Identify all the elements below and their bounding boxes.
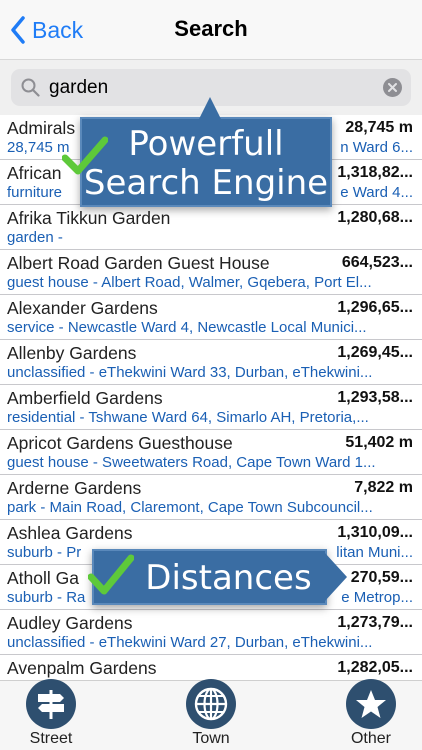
list-item[interactable]: Allenby Gardens 1,269,45... unclassified… [0,340,422,385]
banner-text-line1: Powerfull [128,124,284,164]
signpost-icon [26,679,76,729]
item-detail-right: e Metrop... [341,589,413,606]
list-item[interactable]: Alexander Gardens 1,296,65... service - … [0,295,422,340]
globe-icon [186,679,236,729]
search-icon [21,78,40,97]
checkmark-icon [62,136,108,175]
checkmark-icon [88,554,134,595]
item-distance: 1,273,79... [337,614,413,631]
search-input-value: garden [49,77,109,98]
item-distance: 28,745 m [345,119,413,136]
tab-label: Town [192,730,230,747]
item-detail: park - Main Road, Claremont, Cape Town S… [7,499,373,516]
item-name: Alexander Gardens [7,298,158,318]
list-item[interactable]: Amberfield Gardens 1,293,58... residenti… [0,385,422,430]
item-distance: 1,310,09... [337,524,413,541]
item-distance: 270,59... [350,569,413,586]
item-detail: unclassified - eThekwini Ward 33, Durban… [7,364,373,381]
item-detail: garden - [7,229,63,246]
tab-street[interactable]: Street [1,679,101,750]
banner-text: Distances [145,558,312,598]
tab-label: Other [350,730,391,747]
list-item[interactable]: Afrika Tikkun Garden 1,280,68... garden … [0,205,422,250]
item-name: Arderne Gardens [7,478,142,498]
item-detail-right: litan Muni... [336,544,413,561]
item-distance: 664,523... [341,254,413,271]
star-icon [346,679,396,729]
item-name: Amberfield Gardens [7,388,163,408]
item-distance: 1,282,05... [337,659,413,676]
item-distance: 1,280,68... [337,209,413,226]
item-distance: 7,822 m [354,479,413,496]
promo-banner-search: Powerfull Search Engine [80,97,332,207]
list-item[interactable]: Arderne Gardens 7,822 m park - Main Road… [0,475,422,520]
list-item[interactable]: Apricot Gardens Guesthouse 51,402 m gues… [0,430,422,475]
banner-text-line2: Search Engine [83,163,329,203]
item-detail: guest house - Albert Road, Walmer, Gqebe… [7,274,372,291]
item-distance: 51,402 m [345,434,413,451]
item-name: Audley Gardens [7,613,133,633]
tab-other[interactable]: Other [321,679,421,750]
item-name: Albert Road Garden Guest House [7,253,270,273]
item-distance: 1,296,65... [337,299,413,316]
item-name: Avenpalm Gardens [7,658,157,678]
item-detail: service - Newcastle Ward 4, Newcastle Lo… [7,319,367,336]
banner-pointer [199,97,221,119]
item-name: Afrika Tikkun Garden [7,208,171,228]
list-item[interactable]: Audley Gardens 1,273,79... unclassified … [0,610,422,655]
tab-bar: Street Town Other [0,679,422,750]
list-item[interactable]: Avenpalm Gardens 1,282,05... [0,655,422,680]
item-detail-right: n Ward 6... [340,139,413,156]
item-name: Ashlea Gardens [7,523,133,543]
item-detail: guest house - Sweetwaters Road, Cape Tow… [7,454,376,471]
close-icon [388,83,397,92]
tab-town[interactable]: Town [161,679,261,750]
list-item[interactable]: Albert Road Garden Guest House 664,523..… [0,250,422,295]
item-detail-right: e Ward 4... [340,184,413,201]
item-distance: 1,293,58... [337,389,413,406]
item-detail: residential - Tshwane Ward 64, Simarlo A… [7,409,369,426]
clear-icon[interactable] [383,78,402,97]
page-title: Search [174,16,248,41]
navigation-bar: Back Search [0,0,422,60]
banner-arrow [325,553,347,601]
item-distance: 1,269,45... [337,344,413,361]
item-detail: unclassified - eThekwini Ward 27, Durban… [7,634,373,651]
item-name: Allenby Gardens [7,343,137,363]
item-distance: 1,318,82... [337,164,413,181]
item-name: Apricot Gardens Guesthouse [7,433,233,453]
tab-label: Street [29,730,73,747]
